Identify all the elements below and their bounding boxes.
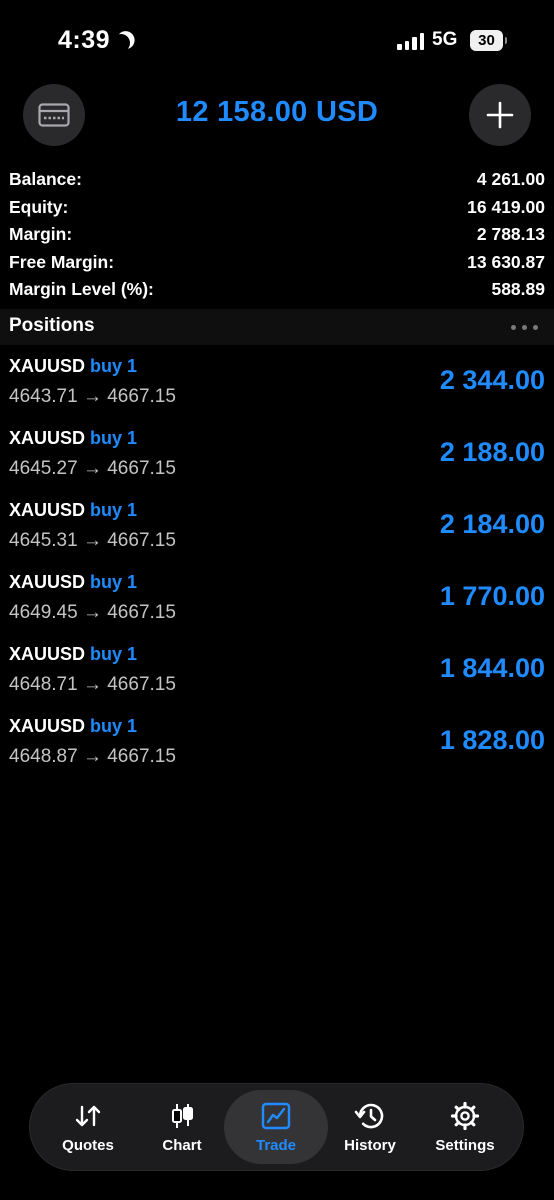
account-label: Balance: bbox=[9, 169, 82, 189]
new-order-button[interactable] bbox=[469, 84, 531, 146]
position-row[interactable]: XAUUSD buy 1 4648.87 → 4667.15 1 828.00 bbox=[0, 715, 554, 787]
tab-chart[interactable]: Chart bbox=[130, 1090, 234, 1164]
gear-icon bbox=[450, 1101, 480, 1131]
battery-icon: 30 bbox=[470, 30, 507, 51]
position-symbol: XAUUSD bbox=[9, 716, 86, 736]
position-side: buy 1 bbox=[90, 644, 138, 664]
position-row[interactable]: XAUUSD buy 1 4645.31 → 4667.15 2 184.00 bbox=[0, 499, 554, 571]
quotes-arrows-icon bbox=[75, 1105, 101, 1127]
moon-icon bbox=[111, 32, 132, 53]
network-type: 5G bbox=[432, 29, 458, 50]
position-symbol: XAUUSD bbox=[9, 356, 86, 376]
account-value: 16 419.00 bbox=[467, 196, 545, 217]
positions-header: Positions bbox=[0, 309, 554, 345]
position-prices: 4645.27 → 4667.15 bbox=[9, 458, 176, 479]
position-symbol: XAUUSD bbox=[9, 572, 86, 592]
tab-trade[interactable]: Trade bbox=[224, 1090, 328, 1164]
position-row[interactable]: XAUUSD buy 1 4645.27 → 4667.15 2 188.00 bbox=[0, 427, 554, 499]
position-symbol: XAUUSD bbox=[9, 644, 86, 664]
position-row[interactable]: XAUUSD buy 1 4648.71 → 4667.15 1 844.00 bbox=[0, 643, 554, 715]
status-bar: 4:39 5G 30 bbox=[0, 0, 554, 80]
position-side: buy 1 bbox=[90, 716, 138, 736]
tab-bar: Quotes Chart Trade History Settings bbox=[30, 1084, 523, 1170]
account-label: Free Margin: bbox=[9, 251, 115, 272]
positions-title: Positions bbox=[9, 315, 95, 336]
position-symbol-line: XAUUSD buy 1 bbox=[9, 428, 137, 449]
position-prices: 4643.71 → 4667.15 bbox=[9, 386, 176, 407]
cellular-signal-icon bbox=[397, 33, 424, 50]
tab-quotes[interactable]: Quotes bbox=[36, 1090, 140, 1164]
position-row[interactable]: XAUUSD buy 1 4649.45 → 4667.15 1 770.00 bbox=[0, 571, 554, 643]
account-summary: Balance: 4 261.00 Equity: 16 419.00 Margin: 2… bbox=[9, 166, 545, 304]
position-symbol-line: XAUUSD buy 1 bbox=[9, 572, 137, 593]
account-label: Margin Level (%): bbox=[9, 279, 154, 299]
positions-list: XAUUSD buy 1 4643.71 → 4667.15 2 344.00 XAU… bbox=[0, 355, 554, 787]
position-side: buy 1 bbox=[90, 356, 138, 376]
status-time: 4:39 bbox=[58, 26, 134, 55]
position-row[interactable]: XAUUSD buy 1 4643.71 → 4667.15 2 344.00 bbox=[0, 355, 554, 427]
position-symbol-line: XAUUSD buy 1 bbox=[9, 716, 137, 737]
account-row: Equity: 16 419.00 bbox=[9, 194, 545, 222]
tab-settings[interactable]: Settings bbox=[413, 1090, 517, 1164]
plus-icon bbox=[486, 101, 514, 129]
position-side: buy 1 bbox=[90, 572, 138, 592]
position-symbol-line: XAUUSD buy 1 bbox=[9, 644, 137, 665]
tab-label: History bbox=[344, 1137, 396, 1154]
account-value: 4 261.00 bbox=[476, 169, 545, 189]
position-profit: 2 188.00 bbox=[439, 437, 545, 467]
account-value: 2 788.13 bbox=[476, 224, 545, 244]
position-prices: 4648.87 → 4667.15 bbox=[9, 746, 176, 767]
account-label: Margin: bbox=[9, 224, 73, 244]
position-side: buy 1 bbox=[90, 428, 138, 448]
position-prices: 4648.71 → 4667.15 bbox=[9, 674, 176, 695]
position-symbol-line: XAUUSD buy 1 bbox=[9, 356, 137, 377]
tab-label: Trade bbox=[255, 1137, 297, 1154]
position-prices: 4649.45 → 4667.15 bbox=[9, 602, 176, 623]
position-profit: 1 770.00 bbox=[439, 581, 545, 611]
account-label: Equity: bbox=[9, 196, 69, 217]
position-symbol-line: XAUUSD buy 1 bbox=[9, 500, 137, 521]
account-value: 13 630.87 bbox=[467, 251, 545, 272]
position-profit: 2 344.00 bbox=[439, 365, 545, 395]
trade-chart-icon bbox=[261, 1102, 291, 1130]
account-row: Balance: 4 261.00 bbox=[9, 166, 545, 194]
position-profit: 1 844.00 bbox=[439, 653, 545, 683]
position-side: buy 1 bbox=[90, 500, 138, 520]
status-time-text: 4:39 bbox=[58, 26, 111, 54]
position-profit: 1 828.00 bbox=[439, 725, 545, 755]
history-clock-icon bbox=[354, 1103, 384, 1129]
account-row: Margin: 2 788.13 bbox=[9, 221, 545, 249]
position-prices: 4645.31 → 4667.15 bbox=[9, 530, 176, 551]
account-row: Margin Level (%): 588.89 bbox=[9, 276, 545, 304]
account-value: 588.89 bbox=[491, 279, 545, 299]
position-profit: 2 184.00 bbox=[439, 509, 545, 539]
tab-label: Chart bbox=[162, 1137, 202, 1154]
tab-label: Quotes bbox=[62, 1137, 114, 1154]
tab-history[interactable]: History bbox=[318, 1090, 422, 1164]
more-options-icon[interactable] bbox=[511, 325, 538, 330]
position-symbol: XAUUSD bbox=[9, 428, 86, 448]
tab-label: Settings bbox=[435, 1137, 495, 1154]
candlestick-icon bbox=[172, 1104, 193, 1128]
position-symbol: XAUUSD bbox=[9, 500, 86, 520]
account-row: Free Margin: 13 630.87 bbox=[9, 249, 545, 277]
